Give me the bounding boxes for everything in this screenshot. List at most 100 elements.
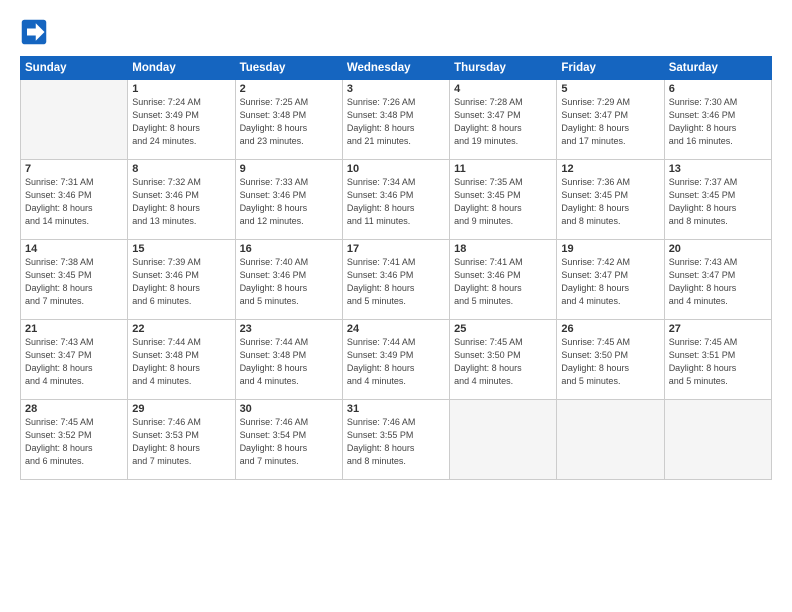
day-number: 16 — [240, 243, 338, 255]
calendar-cell: 11Sunrise: 7:35 AM Sunset: 3:45 PM Dayli… — [450, 160, 557, 240]
calendar-cell: 20Sunrise: 7:43 AM Sunset: 3:47 PM Dayli… — [664, 240, 771, 320]
calendar-cell: 6Sunrise: 7:30 AM Sunset: 3:46 PM Daylig… — [664, 80, 771, 160]
day-number: 4 — [454, 83, 552, 95]
day-info: Sunrise: 7:43 AM Sunset: 3:47 PM Dayligh… — [669, 256, 767, 308]
calendar-cell: 10Sunrise: 7:34 AM Sunset: 3:46 PM Dayli… — [342, 160, 449, 240]
day-number: 11 — [454, 163, 552, 175]
day-info: Sunrise: 7:45 AM Sunset: 3:52 PM Dayligh… — [25, 416, 123, 468]
header — [20, 18, 772, 46]
calendar-cell: 8Sunrise: 7:32 AM Sunset: 3:46 PM Daylig… — [128, 160, 235, 240]
calendar-cell: 17Sunrise: 7:41 AM Sunset: 3:46 PM Dayli… — [342, 240, 449, 320]
calendar-cell: 14Sunrise: 7:38 AM Sunset: 3:45 PM Dayli… — [21, 240, 128, 320]
calendar-week-row: 1Sunrise: 7:24 AM Sunset: 3:49 PM Daylig… — [21, 80, 772, 160]
calendar-cell: 31Sunrise: 7:46 AM Sunset: 3:55 PM Dayli… — [342, 400, 449, 480]
calendar-cell: 25Sunrise: 7:45 AM Sunset: 3:50 PM Dayli… — [450, 320, 557, 400]
calendar-cell: 5Sunrise: 7:29 AM Sunset: 3:47 PM Daylig… — [557, 80, 664, 160]
logo — [20, 18, 52, 46]
day-number: 19 — [561, 243, 659, 255]
day-info: Sunrise: 7:26 AM Sunset: 3:48 PM Dayligh… — [347, 96, 445, 148]
day-info: Sunrise: 7:39 AM Sunset: 3:46 PM Dayligh… — [132, 256, 230, 308]
day-info: Sunrise: 7:42 AM Sunset: 3:47 PM Dayligh… — [561, 256, 659, 308]
calendar-cell: 4Sunrise: 7:28 AM Sunset: 3:47 PM Daylig… — [450, 80, 557, 160]
day-number: 18 — [454, 243, 552, 255]
calendar-cell: 23Sunrise: 7:44 AM Sunset: 3:48 PM Dayli… — [235, 320, 342, 400]
day-number: 23 — [240, 323, 338, 335]
day-number: 20 — [669, 243, 767, 255]
day-info: Sunrise: 7:41 AM Sunset: 3:46 PM Dayligh… — [454, 256, 552, 308]
day-info: Sunrise: 7:43 AM Sunset: 3:47 PM Dayligh… — [25, 336, 123, 388]
calendar-cell: 19Sunrise: 7:42 AM Sunset: 3:47 PM Dayli… — [557, 240, 664, 320]
calendar-cell: 12Sunrise: 7:36 AM Sunset: 3:45 PM Dayli… — [557, 160, 664, 240]
day-number: 9 — [240, 163, 338, 175]
day-info: Sunrise: 7:45 AM Sunset: 3:50 PM Dayligh… — [454, 336, 552, 388]
day-info: Sunrise: 7:38 AM Sunset: 3:45 PM Dayligh… — [25, 256, 123, 308]
calendar-cell: 3Sunrise: 7:26 AM Sunset: 3:48 PM Daylig… — [342, 80, 449, 160]
calendar-cell — [21, 80, 128, 160]
day-number: 24 — [347, 323, 445, 335]
calendar-week-row: 7Sunrise: 7:31 AM Sunset: 3:46 PM Daylig… — [21, 160, 772, 240]
calendar-cell: 16Sunrise: 7:40 AM Sunset: 3:46 PM Dayli… — [235, 240, 342, 320]
weekday-header-cell: Tuesday — [235, 57, 342, 80]
day-number: 27 — [669, 323, 767, 335]
day-info: Sunrise: 7:24 AM Sunset: 3:49 PM Dayligh… — [132, 96, 230, 148]
weekday-header-cell: Thursday — [450, 57, 557, 80]
day-number: 31 — [347, 403, 445, 415]
calendar-table: SundayMondayTuesdayWednesdayThursdayFrid… — [20, 56, 772, 480]
calendar-week-row: 28Sunrise: 7:45 AM Sunset: 3:52 PM Dayli… — [21, 400, 772, 480]
calendar-cell: 13Sunrise: 7:37 AM Sunset: 3:45 PM Dayli… — [664, 160, 771, 240]
day-info: Sunrise: 7:28 AM Sunset: 3:47 PM Dayligh… — [454, 96, 552, 148]
day-number: 25 — [454, 323, 552, 335]
page: SundayMondayTuesdayWednesdayThursdayFrid… — [0, 0, 792, 612]
calendar-cell: 30Sunrise: 7:46 AM Sunset: 3:54 PM Dayli… — [235, 400, 342, 480]
calendar-cell: 27Sunrise: 7:45 AM Sunset: 3:51 PM Dayli… — [664, 320, 771, 400]
calendar-cell: 22Sunrise: 7:44 AM Sunset: 3:48 PM Dayli… — [128, 320, 235, 400]
day-number: 1 — [132, 83, 230, 95]
weekday-header-cell: Monday — [128, 57, 235, 80]
day-info: Sunrise: 7:32 AM Sunset: 3:46 PM Dayligh… — [132, 176, 230, 228]
weekday-header-row: SundayMondayTuesdayWednesdayThursdayFrid… — [21, 57, 772, 80]
calendar-cell: 15Sunrise: 7:39 AM Sunset: 3:46 PM Dayli… — [128, 240, 235, 320]
day-info: Sunrise: 7:46 AM Sunset: 3:53 PM Dayligh… — [132, 416, 230, 468]
day-number: 30 — [240, 403, 338, 415]
weekday-header-cell: Saturday — [664, 57, 771, 80]
calendar-cell: 7Sunrise: 7:31 AM Sunset: 3:46 PM Daylig… — [21, 160, 128, 240]
day-info: Sunrise: 7:29 AM Sunset: 3:47 PM Dayligh… — [561, 96, 659, 148]
day-number: 21 — [25, 323, 123, 335]
day-number: 15 — [132, 243, 230, 255]
calendar-cell: 9Sunrise: 7:33 AM Sunset: 3:46 PM Daylig… — [235, 160, 342, 240]
day-number: 2 — [240, 83, 338, 95]
day-info: Sunrise: 7:33 AM Sunset: 3:46 PM Dayligh… — [240, 176, 338, 228]
day-info: Sunrise: 7:45 AM Sunset: 3:50 PM Dayligh… — [561, 336, 659, 388]
day-info: Sunrise: 7:34 AM Sunset: 3:46 PM Dayligh… — [347, 176, 445, 228]
day-info: Sunrise: 7:44 AM Sunset: 3:48 PM Dayligh… — [132, 336, 230, 388]
calendar-body: 1Sunrise: 7:24 AM Sunset: 3:49 PM Daylig… — [21, 80, 772, 480]
logo-icon — [20, 18, 48, 46]
day-number: 28 — [25, 403, 123, 415]
day-info: Sunrise: 7:25 AM Sunset: 3:48 PM Dayligh… — [240, 96, 338, 148]
calendar-cell: 18Sunrise: 7:41 AM Sunset: 3:46 PM Dayli… — [450, 240, 557, 320]
day-info: Sunrise: 7:46 AM Sunset: 3:54 PM Dayligh… — [240, 416, 338, 468]
day-number: 13 — [669, 163, 767, 175]
calendar-cell: 26Sunrise: 7:45 AM Sunset: 3:50 PM Dayli… — [557, 320, 664, 400]
day-number: 29 — [132, 403, 230, 415]
day-info: Sunrise: 7:36 AM Sunset: 3:45 PM Dayligh… — [561, 176, 659, 228]
day-number: 7 — [25, 163, 123, 175]
calendar-cell — [557, 400, 664, 480]
day-number: 6 — [669, 83, 767, 95]
calendar-cell: 24Sunrise: 7:44 AM Sunset: 3:49 PM Dayli… — [342, 320, 449, 400]
day-info: Sunrise: 7:35 AM Sunset: 3:45 PM Dayligh… — [454, 176, 552, 228]
weekday-header-cell: Wednesday — [342, 57, 449, 80]
day-number: 10 — [347, 163, 445, 175]
day-info: Sunrise: 7:37 AM Sunset: 3:45 PM Dayligh… — [669, 176, 767, 228]
calendar-week-row: 21Sunrise: 7:43 AM Sunset: 3:47 PM Dayli… — [21, 320, 772, 400]
weekday-header-cell: Sunday — [21, 57, 128, 80]
day-number: 26 — [561, 323, 659, 335]
day-info: Sunrise: 7:31 AM Sunset: 3:46 PM Dayligh… — [25, 176, 123, 228]
weekday-header-cell: Friday — [557, 57, 664, 80]
day-info: Sunrise: 7:41 AM Sunset: 3:46 PM Dayligh… — [347, 256, 445, 308]
calendar-cell: 28Sunrise: 7:45 AM Sunset: 3:52 PM Dayli… — [21, 400, 128, 480]
day-info: Sunrise: 7:44 AM Sunset: 3:48 PM Dayligh… — [240, 336, 338, 388]
calendar-cell — [664, 400, 771, 480]
day-info: Sunrise: 7:30 AM Sunset: 3:46 PM Dayligh… — [669, 96, 767, 148]
day-info: Sunrise: 7:44 AM Sunset: 3:49 PM Dayligh… — [347, 336, 445, 388]
